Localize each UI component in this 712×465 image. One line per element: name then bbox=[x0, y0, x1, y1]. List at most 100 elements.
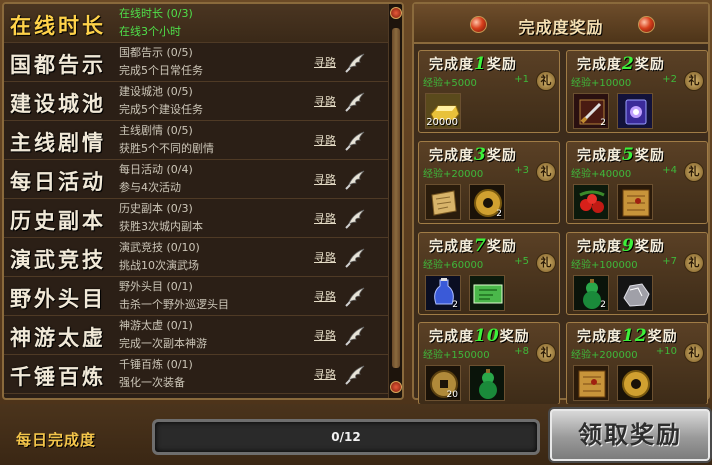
green-gourd-icon[interactable] bbox=[469, 365, 505, 401]
reward-card: 完成度9奖励 经验+100000 +7 礼 2 bbox=[566, 232, 708, 315]
magic-tome-icon[interactable] bbox=[617, 93, 653, 129]
gift-icon[interactable]: 礼 bbox=[684, 253, 704, 273]
gold-ingot-icon[interactable]: 20000 bbox=[425, 93, 461, 129]
scroll-up-button[interactable] bbox=[390, 7, 402, 19]
task-info: 每日活动 (0/4) 参与4次活动 bbox=[119, 161, 309, 197]
jade-coin-icon[interactable] bbox=[617, 365, 653, 401]
wing-icon[interactable] bbox=[344, 323, 366, 347]
daily-completion-label: 每日完成度 bbox=[16, 431, 97, 449]
scroll-thumb[interactable] bbox=[392, 28, 400, 368]
reward-exp: 经验+200000 bbox=[571, 350, 638, 361]
reward-bonus: +2 bbox=[662, 74, 677, 85]
green-ticket-icon[interactable] bbox=[469, 275, 505, 311]
treasure-map-icon[interactable] bbox=[617, 184, 653, 220]
pathfind-link[interactable]: 寻路 bbox=[314, 210, 336, 226]
task-name: 演武竞技 bbox=[10, 247, 106, 272]
reward-bonus: +4 bbox=[662, 165, 677, 176]
wing-icon[interactable] bbox=[344, 128, 366, 152]
progress-text: 0/12 bbox=[331, 430, 361, 444]
task-row[interactable]: 每日活动 每日活动 (0/4) 参与4次活动 寻路 bbox=[4, 160, 388, 199]
task-title-progress: 建设城池 (0/5) bbox=[119, 85, 193, 98]
reward-card-title: 完成度10奖励 bbox=[429, 326, 530, 346]
claim-reward-button[interactable]: 领取奖励 bbox=[550, 409, 710, 461]
task-name: 在线时长 bbox=[10, 13, 106, 38]
task-list-scrollbar[interactable] bbox=[388, 4, 402, 398]
task-row[interactable]: 在线时长 在线时长 (0/3) 在线3个小时 bbox=[4, 4, 388, 43]
blue-vase-icon[interactable]: 2 bbox=[425, 275, 461, 311]
pathfind-link[interactable]: 寻路 bbox=[314, 327, 336, 343]
item-count: 2 bbox=[452, 300, 458, 310]
task-row[interactable]: 主线剧情 主线剧情 (0/5) 获胜5个不同的剧情 寻路 bbox=[4, 121, 388, 160]
task-name: 建设城池 bbox=[10, 91, 106, 116]
task-row[interactable]: 建设城池 建设城池 (0/5) 完成5个建设任务 寻路 bbox=[4, 82, 388, 121]
reward-card: 完成度5奖励 经验+40000 +4 礼 bbox=[566, 141, 708, 224]
task-info: 野外头目 (0/1) 击杀一个野外巡逻头目 bbox=[119, 278, 309, 314]
wing-icon[interactable] bbox=[344, 50, 366, 74]
gift-icon[interactable]: 礼 bbox=[536, 71, 556, 91]
task-info: 国都告示 (0/5) 完成5个日常任务 bbox=[119, 44, 309, 80]
task-row[interactable]: 千锤百炼 千锤百炼 (0/1) 强化一次装备 寻路 bbox=[4, 355, 388, 394]
reward-header: 完成度奖励 bbox=[414, 4, 708, 44]
ore-chunk-icon[interactable] bbox=[617, 275, 653, 311]
wing-icon[interactable] bbox=[344, 284, 366, 308]
item-count: 2 bbox=[600, 118, 606, 128]
sword-scroll-icon[interactable]: 2 bbox=[573, 93, 609, 129]
reward-bonus: +3 bbox=[514, 165, 529, 176]
item-count: 2 bbox=[496, 209, 502, 219]
task-description: 完成5个日常任务 bbox=[119, 64, 203, 77]
task-row[interactable]: 神游太虚 神游太虚 (0/1) 完成一次副本神游 寻路 bbox=[4, 316, 388, 355]
reward-exp: 经验+20000 bbox=[423, 169, 484, 180]
task-row[interactable]: 国都告示 国都告示 (0/5) 完成5个日常任务 寻路 bbox=[4, 43, 388, 82]
reward-card-title: 完成度2奖励 bbox=[577, 54, 665, 74]
reward-exp: 经验+150000 bbox=[423, 350, 490, 361]
task-name: 神游太虚 bbox=[10, 325, 106, 350]
pathfind-link[interactable]: 寻路 bbox=[314, 366, 336, 382]
reward-exp: 经验+40000 bbox=[571, 169, 632, 180]
gift-icon[interactable]: 礼 bbox=[536, 343, 556, 363]
wing-icon[interactable] bbox=[344, 167, 366, 191]
pathfind-link[interactable]: 寻路 bbox=[314, 132, 336, 148]
gift-icon[interactable]: 礼 bbox=[684, 162, 704, 182]
task-row[interactable]: 历史副本 历史副本 (0/3) 获胜3次城内副本 寻路 bbox=[4, 199, 388, 238]
gift-icon[interactable]: 礼 bbox=[536, 253, 556, 273]
task-row[interactable]: 野外头目 野外头目 (0/1) 击杀一个野外巡逻头目 寻路 bbox=[4, 277, 388, 316]
copper-coin-icon[interactable]: 20 bbox=[425, 365, 461, 401]
red-berries-icon[interactable] bbox=[573, 184, 609, 220]
task-row[interactable]: 演武竞技 演武竞技 (0/10) 挑战10次演武场 寻路 bbox=[4, 238, 388, 277]
wing-icon[interactable] bbox=[344, 245, 366, 269]
reward-card: 完成度3奖励 经验+20000 +3 礼 2 bbox=[418, 141, 560, 224]
pathfind-link[interactable]: 寻路 bbox=[314, 249, 336, 265]
pathfind-link[interactable]: 寻路 bbox=[314, 171, 336, 187]
task-name: 国都告示 bbox=[10, 52, 106, 77]
pathfind-link[interactable]: 寻路 bbox=[314, 288, 336, 304]
task-description: 强化一次装备 bbox=[119, 376, 185, 389]
reward-exp: 经验+5000 bbox=[423, 78, 477, 89]
reward-bonus: +10 bbox=[655, 346, 677, 357]
wing-icon[interactable] bbox=[344, 89, 366, 113]
reward-card-title: 完成度1奖励 bbox=[429, 54, 517, 74]
reward-bonus: +1 bbox=[514, 74, 529, 85]
pathfind-link[interactable]: 寻路 bbox=[314, 93, 336, 109]
treasure-map-icon[interactable] bbox=[573, 365, 609, 401]
reward-card-title: 完成度7奖励 bbox=[429, 236, 517, 256]
task-title-progress: 千锤百炼 (0/1) bbox=[119, 358, 193, 371]
task-title-progress: 国都告示 (0/5) bbox=[119, 46, 193, 59]
task-title-progress: 演武竞技 (0/10) bbox=[119, 241, 200, 254]
gift-icon[interactable]: 礼 bbox=[536, 162, 556, 182]
wing-icon[interactable] bbox=[344, 206, 366, 230]
reward-exp: 经验+10000 bbox=[571, 78, 632, 89]
gift-icon[interactable]: 礼 bbox=[684, 343, 704, 363]
task-name: 主线剧情 bbox=[10, 130, 106, 155]
green-gourd-icon[interactable]: 2 bbox=[573, 275, 609, 311]
map-scroll-icon[interactable] bbox=[425, 184, 461, 220]
gift-icon[interactable]: 礼 bbox=[684, 71, 704, 91]
task-description: 击杀一个野外巡逻头目 bbox=[119, 298, 229, 311]
item-count: 20 bbox=[446, 390, 458, 400]
task-title-progress: 历史副本 (0/3) bbox=[119, 202, 193, 215]
jade-coin-icon[interactable]: 2 bbox=[469, 184, 505, 220]
pathfind-link[interactable]: 寻路 bbox=[314, 54, 336, 70]
wing-icon[interactable] bbox=[344, 362, 366, 386]
task-description: 获胜5个不同的剧情 bbox=[119, 142, 214, 155]
reward-card: 完成度12奖励 经验+200000 +10 礼 bbox=[566, 322, 708, 405]
scroll-down-button[interactable] bbox=[390, 381, 402, 393]
